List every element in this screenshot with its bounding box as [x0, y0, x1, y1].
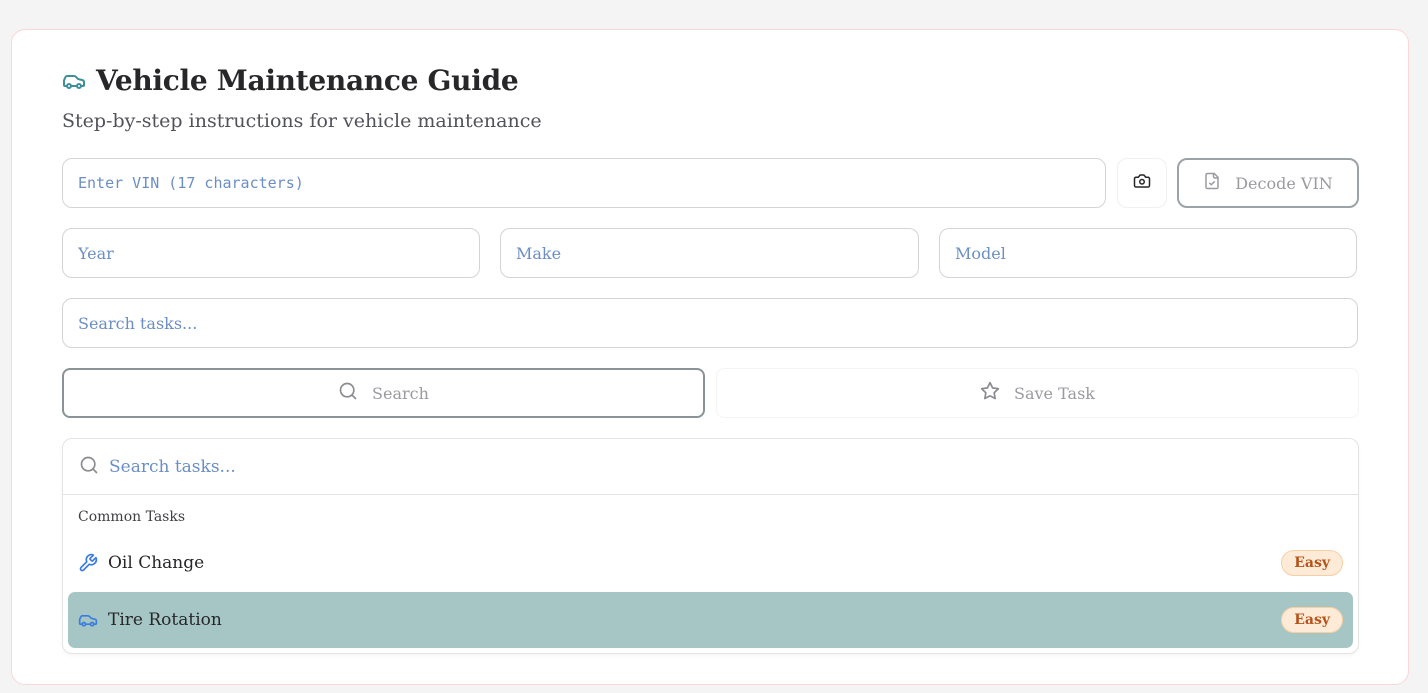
- camera-icon: [1133, 172, 1151, 194]
- vin-input[interactable]: [78, 159, 1105, 207]
- search-icon: [79, 455, 99, 479]
- task-command-menu: Common Tasks Oil Change Easy Tire Rotati…: [62, 438, 1359, 654]
- task-search-field[interactable]: [62, 298, 1358, 348]
- page-title: Vehicle Maintenance Guide: [96, 64, 519, 97]
- task-item-oil-change[interactable]: Oil Change Easy: [68, 535, 1353, 591]
- wrench-icon: [78, 553, 98, 573]
- decode-vin-button[interactable]: Decode VIN: [1177, 158, 1359, 208]
- model-field[interactable]: [939, 228, 1357, 278]
- decode-vin-label: Decode VIN: [1235, 173, 1333, 193]
- model-input[interactable]: [955, 229, 1356, 277]
- task-item-tire-rotation[interactable]: Tire Rotation Easy: [68, 592, 1353, 648]
- car-icon: [62, 69, 86, 93]
- group-label: Common Tasks: [78, 509, 186, 525]
- difficulty-badge: Easy: [1281, 607, 1343, 633]
- star-icon: [980, 381, 1000, 405]
- command-search-input[interactable]: [109, 439, 1358, 494]
- year-field[interactable]: [62, 228, 480, 278]
- difficulty-badge: Easy: [1281, 550, 1343, 576]
- maintenance-card: Vehicle Maintenance Guide Step-by-step i…: [11, 29, 1409, 685]
- page-subtitle: Step-by-step instructions for vehicle ma…: [62, 110, 542, 132]
- task-label: Oil Change: [108, 553, 205, 573]
- car-icon: [78, 610, 98, 630]
- make-field[interactable]: [500, 228, 919, 278]
- task-label: Tire Rotation: [108, 610, 222, 630]
- search-button-label: Search: [372, 383, 429, 403]
- search-button[interactable]: Search: [62, 368, 705, 418]
- vin-field[interactable]: [62, 158, 1106, 208]
- save-task-label: Save Task: [1014, 383, 1095, 403]
- scan-vin-button[interactable]: [1117, 158, 1167, 208]
- make-input[interactable]: [516, 229, 918, 277]
- file-check-icon: [1203, 172, 1221, 194]
- command-search[interactable]: [63, 439, 1358, 495]
- year-input[interactable]: [78, 229, 479, 277]
- header: Vehicle Maintenance Guide: [62, 64, 519, 97]
- search-icon: [338, 381, 358, 405]
- save-task-button[interactable]: Save Task: [716, 368, 1359, 418]
- task-search-input[interactable]: [78, 299, 1357, 347]
